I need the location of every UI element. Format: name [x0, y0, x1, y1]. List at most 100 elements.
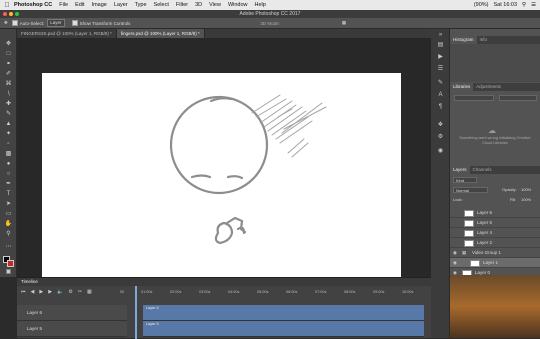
library-dropdown[interactable]	[454, 95, 494, 101]
timeline-track[interactable]: Layer 5	[17, 321, 127, 337]
menu-3d[interactable]: 3D	[195, 2, 202, 8]
tab-fingers3s[interactable]: FINGERS3S.psd @ 100% (Layer 1, RGB/8) *	[17, 29, 117, 38]
fill-value[interactable]: 100%	[521, 197, 531, 202]
first-frame-icon[interactable]: ⏮	[21, 289, 26, 295]
settings-icon[interactable]: ⚙	[68, 289, 72, 295]
eye-icon[interactable]: ◉	[453, 258, 457, 267]
minimize-window-button[interactable]	[9, 12, 13, 16]
quick-select-tool-icon[interactable]: ✐	[4, 70, 13, 79]
auto-select-dropdown[interactable]: Layer	[47, 19, 65, 27]
menu-list-icon[interactable]: ☰	[531, 2, 536, 8]
marquee-tool-icon[interactable]: □	[4, 50, 13, 59]
workspace-icon[interactable]: ▦	[342, 20, 346, 26]
timeline-panel: Timeline ⏮ ◀ ▶ ▶ 🔈 ⚙ ✂ ▦ 00 01:00s 02:00…	[17, 277, 431, 339]
time-tick: 10:00s	[402, 290, 414, 294]
paragraph-icon[interactable]: A	[436, 91, 445, 100]
character-icon[interactable]: ¶	[436, 103, 445, 112]
search-icon[interactable]: ⚲	[522, 2, 526, 8]
layer-filter-kind[interactable]: Kind	[453, 177, 477, 183]
layer-row[interactable]: Layer 4	[450, 228, 540, 238]
type-tool-icon[interactable]: T	[4, 190, 13, 199]
menu-layer[interactable]: Layer	[114, 2, 128, 8]
blend-mode-select[interactable]: Normal	[453, 187, 488, 193]
layer-row[interactable]: Layer 2	[450, 238, 540, 248]
libraries-error-message: Something went wrong initializing Creati…	[459, 136, 531, 145]
timeline-track[interactable]: Layer 6	[17, 305, 127, 321]
eyedropper-tool-icon[interactable]: ∖	[4, 90, 13, 99]
layer-row[interactable]: Layer 5	[450, 218, 540, 228]
auto-select-checkbox[interactable]	[11, 20, 18, 26]
menu-image[interactable]: Image	[92, 2, 107, 8]
history-brush-icon[interactable]: ✦	[4, 130, 13, 139]
brush-presets-icon[interactable]: ✎	[436, 79, 445, 88]
battery-status[interactable]: (90%)	[474, 2, 489, 8]
eraser-tool-icon[interactable]: ▫	[4, 140, 13, 149]
clone-source-icon[interactable]: ❖	[436, 121, 445, 130]
next-frame-icon[interactable]: ▶	[48, 289, 52, 295]
background-color-swatch[interactable]	[7, 260, 14, 267]
transform-controls-checkbox[interactable]	[71, 20, 78, 26]
quick-mask-icon[interactable]: ▣	[4, 268, 13, 277]
more-tools-icon[interactable]: ⋯	[4, 243, 13, 252]
menu-file[interactable]: File	[59, 2, 68, 8]
menu-select[interactable]: Select	[154, 2, 169, 8]
history-icon[interactable]: ▤	[436, 41, 445, 50]
timeline-clip[interactable]: Layer 5	[143, 321, 424, 337]
layer-row-selected[interactable]: ◉ Layer 1	[450, 258, 540, 268]
tab-channels[interactable]: Channels	[470, 167, 495, 172]
move-tool-icon[interactable]: ✥	[4, 40, 13, 49]
blur-tool-icon[interactable]: ●	[4, 160, 13, 169]
zoom-tool-icon[interactable]: ⚲	[4, 230, 13, 239]
lasso-tool-icon[interactable]: ⚭	[4, 60, 13, 69]
layer-row[interactable]: ◉ ▦ Video Group 1	[450, 248, 540, 258]
crop-tool-icon[interactable]: ⌘	[4, 80, 13, 89]
collapse-panels-icon[interactable]: »	[436, 31, 445, 40]
app-menu[interactable]: Photoshop CC	[14, 2, 52, 8]
close-window-button[interactable]	[3, 12, 7, 16]
tab-fingers[interactable]: fingers.psd @ 100% (Layer 1, RGB/8) *	[116, 29, 205, 38]
tab-adjustments[interactable]: Adjustments	[473, 84, 504, 89]
transition-icon[interactable]: ▦	[87, 289, 92, 295]
split-icon[interactable]: ✂	[78, 289, 82, 295]
clock[interactable]: Sat 16:03	[493, 2, 517, 8]
layer-row[interactable]: Layer 6	[450, 208, 540, 218]
menu-view[interactable]: View	[209, 2, 221, 8]
eye-icon[interactable]: ◉	[453, 248, 457, 257]
tab-info[interactable]: Info	[477, 37, 491, 42]
shape-tool-icon[interactable]: ▭	[4, 210, 13, 219]
hand-tool-icon[interactable]: ✋	[4, 220, 13, 229]
swatches-icon[interactable]: ◉	[436, 147, 445, 156]
apple-icon[interactable]: 	[0, 2, 14, 9]
pen-tool-icon[interactable]: ✒	[4, 180, 13, 189]
tab-layers[interactable]: Layers	[450, 166, 470, 174]
library-search-input[interactable]	[499, 95, 537, 101]
menu-help[interactable]: Help	[255, 2, 266, 8]
tab-libraries[interactable]: Libraries	[450, 83, 474, 91]
dodge-tool-icon[interactable]: ○	[4, 170, 13, 179]
actions-icon[interactable]: ▶	[436, 53, 445, 62]
tab-histogram[interactable]: Histogram	[450, 36, 477, 44]
properties-icon[interactable]: ☰	[436, 65, 445, 74]
healing-tool-icon[interactable]: ✚	[4, 100, 13, 109]
stamp-tool-icon[interactable]: ▲	[4, 120, 13, 129]
time-tick: 00	[120, 290, 125, 294]
menu-type[interactable]: Type	[135, 2, 147, 8]
brush-tool-icon[interactable]: ✎	[4, 110, 13, 119]
prev-frame-icon[interactable]: ◀	[31, 289, 35, 295]
libraries-panel-header: Libraries Adjustments	[450, 83, 540, 91]
path-select-icon[interactable]: ➤	[4, 200, 13, 209]
layer-thumbnail	[464, 220, 474, 227]
paths-icon[interactable]: ⚙	[436, 133, 445, 142]
document-canvas[interactable]	[42, 73, 401, 277]
gradient-tool-icon[interactable]: ▩	[4, 150, 13, 159]
play-icon[interactable]: ▶	[39, 289, 43, 295]
timeline-clip[interactable]: Layer 6	[143, 305, 424, 321]
menu-filter[interactable]: Filter	[176, 2, 188, 8]
opacity-value[interactable]: 100%	[521, 187, 531, 192]
move-tool-icon[interactable]: ✥	[4, 20, 8, 26]
audio-icon[interactable]: 🔈	[57, 289, 63, 295]
zoom-window-button[interactable]	[15, 12, 19, 16]
playhead[interactable]	[135, 286, 137, 339]
menu-window[interactable]: Window	[228, 2, 248, 8]
menu-edit[interactable]: Edit	[75, 2, 84, 8]
